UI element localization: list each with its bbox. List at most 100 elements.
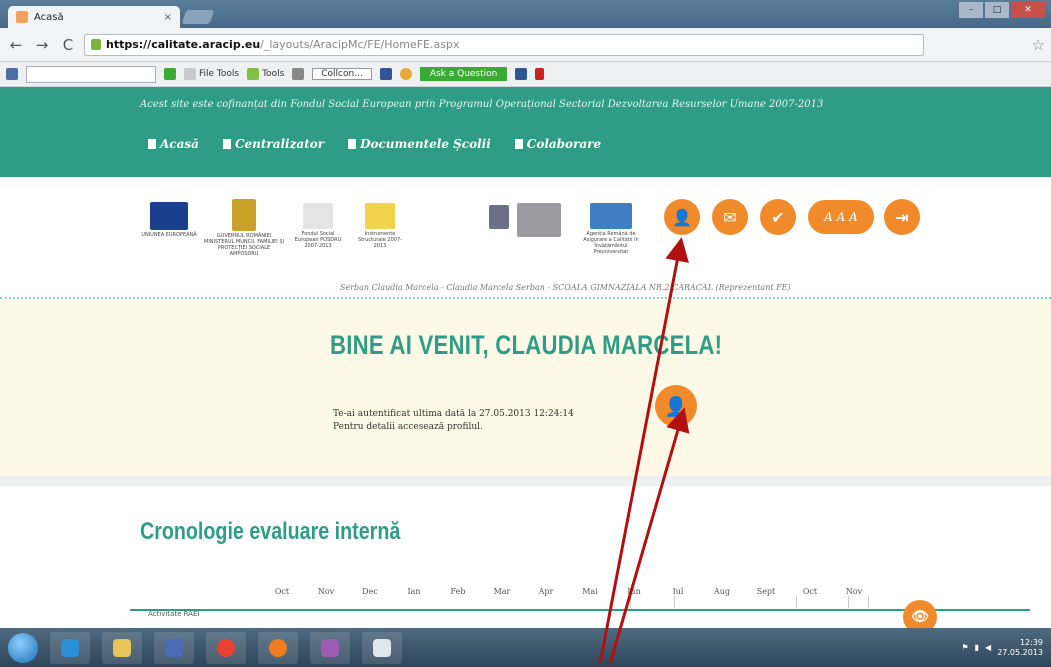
app-icon	[269, 638, 287, 657]
partner-logos-area: UNIUNEA EUROPEANĂ GUVERNUL ROMÂNIEI MINI…	[0, 177, 1051, 297]
timeline-month-label: Dec	[362, 587, 378, 596]
logo-aracip: Agenția Română de Asigurare a Calității …	[580, 203, 642, 255]
dotted-divider	[0, 297, 1051, 299]
coin-icon[interactable]	[399, 68, 412, 80]
taskbar-explorer[interactable]	[102, 631, 142, 664]
file-tools-menu[interactable]: File Tools	[184, 68, 239, 80]
browser-tab[interactable]: Acasă ×	[8, 6, 180, 28]
reload-button[interactable]: C	[58, 36, 78, 54]
timeline-tick	[796, 596, 797, 608]
logo-caption: Agenția Română de Asigurare a Calității …	[583, 231, 639, 255]
pdf-icon[interactable]	[535, 68, 545, 80]
tools-label: Tools	[262, 69, 285, 79]
check-button[interactable]: ✔	[760, 199, 796, 235]
logo-guvern: GUVERNUL ROMÂNIEI MINISTERUL MUNCII, FAM…	[204, 199, 284, 257]
fse-logo-icon	[303, 203, 333, 229]
logo-ministry	[514, 203, 564, 237]
bookmark-star-icon[interactable]: ☆	[1032, 36, 1045, 54]
extension-toolbar: File Tools Tools Collcon... Ask a Questi…	[0, 62, 1051, 87]
tab-close-icon[interactable]: ×	[164, 12, 172, 23]
back-button[interactable]: ←	[6, 36, 26, 54]
forward-button[interactable]: →	[32, 36, 52, 54]
menu-item-acasa[interactable]: Acasă	[148, 137, 199, 151]
minimize-button[interactable]: –	[959, 2, 983, 18]
timeline-month-label: Oct	[274, 587, 290, 596]
menu-item-centralizator[interactable]: Centralizator	[222, 137, 325, 151]
collcon-dropdown[interactable]: Collcon...	[312, 68, 372, 80]
media-icon	[165, 638, 183, 657]
blue-square-icon[interactable]	[379, 68, 392, 80]
last-login-text: Te-ai autentificat ultima dată la 27.05.…	[333, 408, 574, 434]
crest-icon	[489, 205, 509, 229]
timeline-tick	[868, 596, 869, 608]
timeline-month-label: Iun	[627, 587, 641, 596]
toolbar-search-input[interactable]	[26, 65, 156, 83]
funding-notice: Acest site este cofinanțat din Fondul So…	[140, 99, 824, 110]
start-button[interactable]	[8, 632, 38, 663]
address-bar[interactable]: https://calitate.aracip.eu /_layouts/Ara…	[84, 33, 924, 56]
site-header: Acest site este cofinanțat din Fondul So…	[0, 87, 1051, 177]
clock-time: 12:39	[1019, 638, 1043, 648]
tools-menu[interactable]: Tools	[247, 68, 284, 80]
timeline-axis	[130, 609, 1030, 611]
taskbar-app6[interactable]	[310, 631, 350, 664]
timeline-month-label: Ian	[407, 587, 421, 596]
logo-caption: UNIUNEA EUROPEANĂ	[141, 232, 197, 238]
folder-icon	[113, 638, 131, 657]
word-icon[interactable]	[515, 68, 528, 80]
document-icon	[148, 139, 156, 149]
timeline-month-label: Iul	[672, 587, 684, 596]
maximize-button[interactable]: □	[985, 2, 1009, 18]
timeline-months: Oct Nov Dec Ian Feb Mar Apr Mai Iun Iul Aug Sept Oct…	[260, 587, 940, 596]
section-separator	[0, 476, 1051, 486]
taskbar-app5[interactable]	[258, 631, 298, 664]
tray-flag-icon[interactable]: ⚑	[961, 643, 968, 652]
gear-icon[interactable]	[292, 68, 305, 80]
document-icon	[222, 139, 231, 149]
timeline-month-label: Nov	[845, 587, 863, 596]
taskbar-clock[interactable]: 12:39 27.05.2013	[997, 638, 1043, 656]
document-icon	[348, 139, 357, 149]
timeline-month-label: Nov	[317, 587, 335, 596]
timeline-month-label: Apr	[538, 587, 554, 596]
tray-network-icon[interactable]: ▮	[975, 643, 979, 652]
menu-item-label: Acasă	[160, 137, 199, 151]
tools-icon	[247, 68, 260, 80]
eu-flag-icon	[150, 202, 188, 230]
timeline-month-label: Oct	[802, 587, 818, 596]
messages-button[interactable]: ✉	[712, 199, 748, 235]
new-tab-button[interactable]	[181, 10, 215, 24]
taskbar-chrome[interactable]	[206, 631, 246, 664]
timeline-month-label: Aug	[713, 587, 731, 596]
document-icon	[514, 139, 523, 149]
url-path: /_layouts/AracipMc/FE/HomeFE.aspx	[260, 38, 460, 51]
close-window-button[interactable]: ✕	[1011, 2, 1045, 18]
browser-tab-strip: Acasă × – □ ✕	[0, 0, 1051, 28]
menu-item-documentele-scolii[interactable]: Documentele Școlii	[348, 137, 491, 151]
taskbar-app7[interactable]	[362, 631, 402, 664]
welcome-profile-button[interactable]: 👤	[655, 385, 697, 427]
logo-caption: GUVERNUL ROMÂNIEI MINISTERUL MUNCII, FAM…	[204, 233, 284, 257]
favicon-icon	[16, 11, 28, 23]
ask-question-button[interactable]: Ask a Question	[419, 67, 508, 81]
green-square-icon[interactable]	[164, 68, 176, 80]
app-icon	[321, 638, 339, 657]
taskbar-media[interactable]	[154, 631, 194, 664]
taskbar-ie[interactable]	[50, 631, 90, 664]
chronology-section: Cronologie evaluare internă Oct Nov Dec Ian…	[0, 486, 1051, 634]
logout-button[interactable]: ⇥	[884, 199, 920, 235]
timeline-month-label: Feb	[450, 587, 466, 596]
profile-button[interactable]: 👤	[664, 199, 700, 235]
tray-volume-icon[interactable]: ◀	[985, 643, 991, 652]
window-controls: – □ ✕	[959, 2, 1045, 18]
welcome-title: BINE AI VENIT, CLAUDIA MARCELA!	[330, 330, 723, 360]
font-size-button[interactable]: A A A	[808, 200, 874, 234]
timeline-month-label: Mar	[493, 587, 511, 596]
document-app-icon	[373, 638, 391, 657]
main-menu: Acasă Centralizator Documentele Școlii C…	[148, 137, 601, 151]
logo-caption: Fondul Social European POSDRU 2007-2013	[294, 231, 342, 249]
logo-ministry-crest	[487, 205, 511, 229]
menu-item-colaborare[interactable]: Colaborare	[514, 137, 601, 151]
chronology-title: Cronologie evaluare internă	[140, 518, 401, 545]
menu-item-label: Centralizator	[234, 137, 325, 151]
